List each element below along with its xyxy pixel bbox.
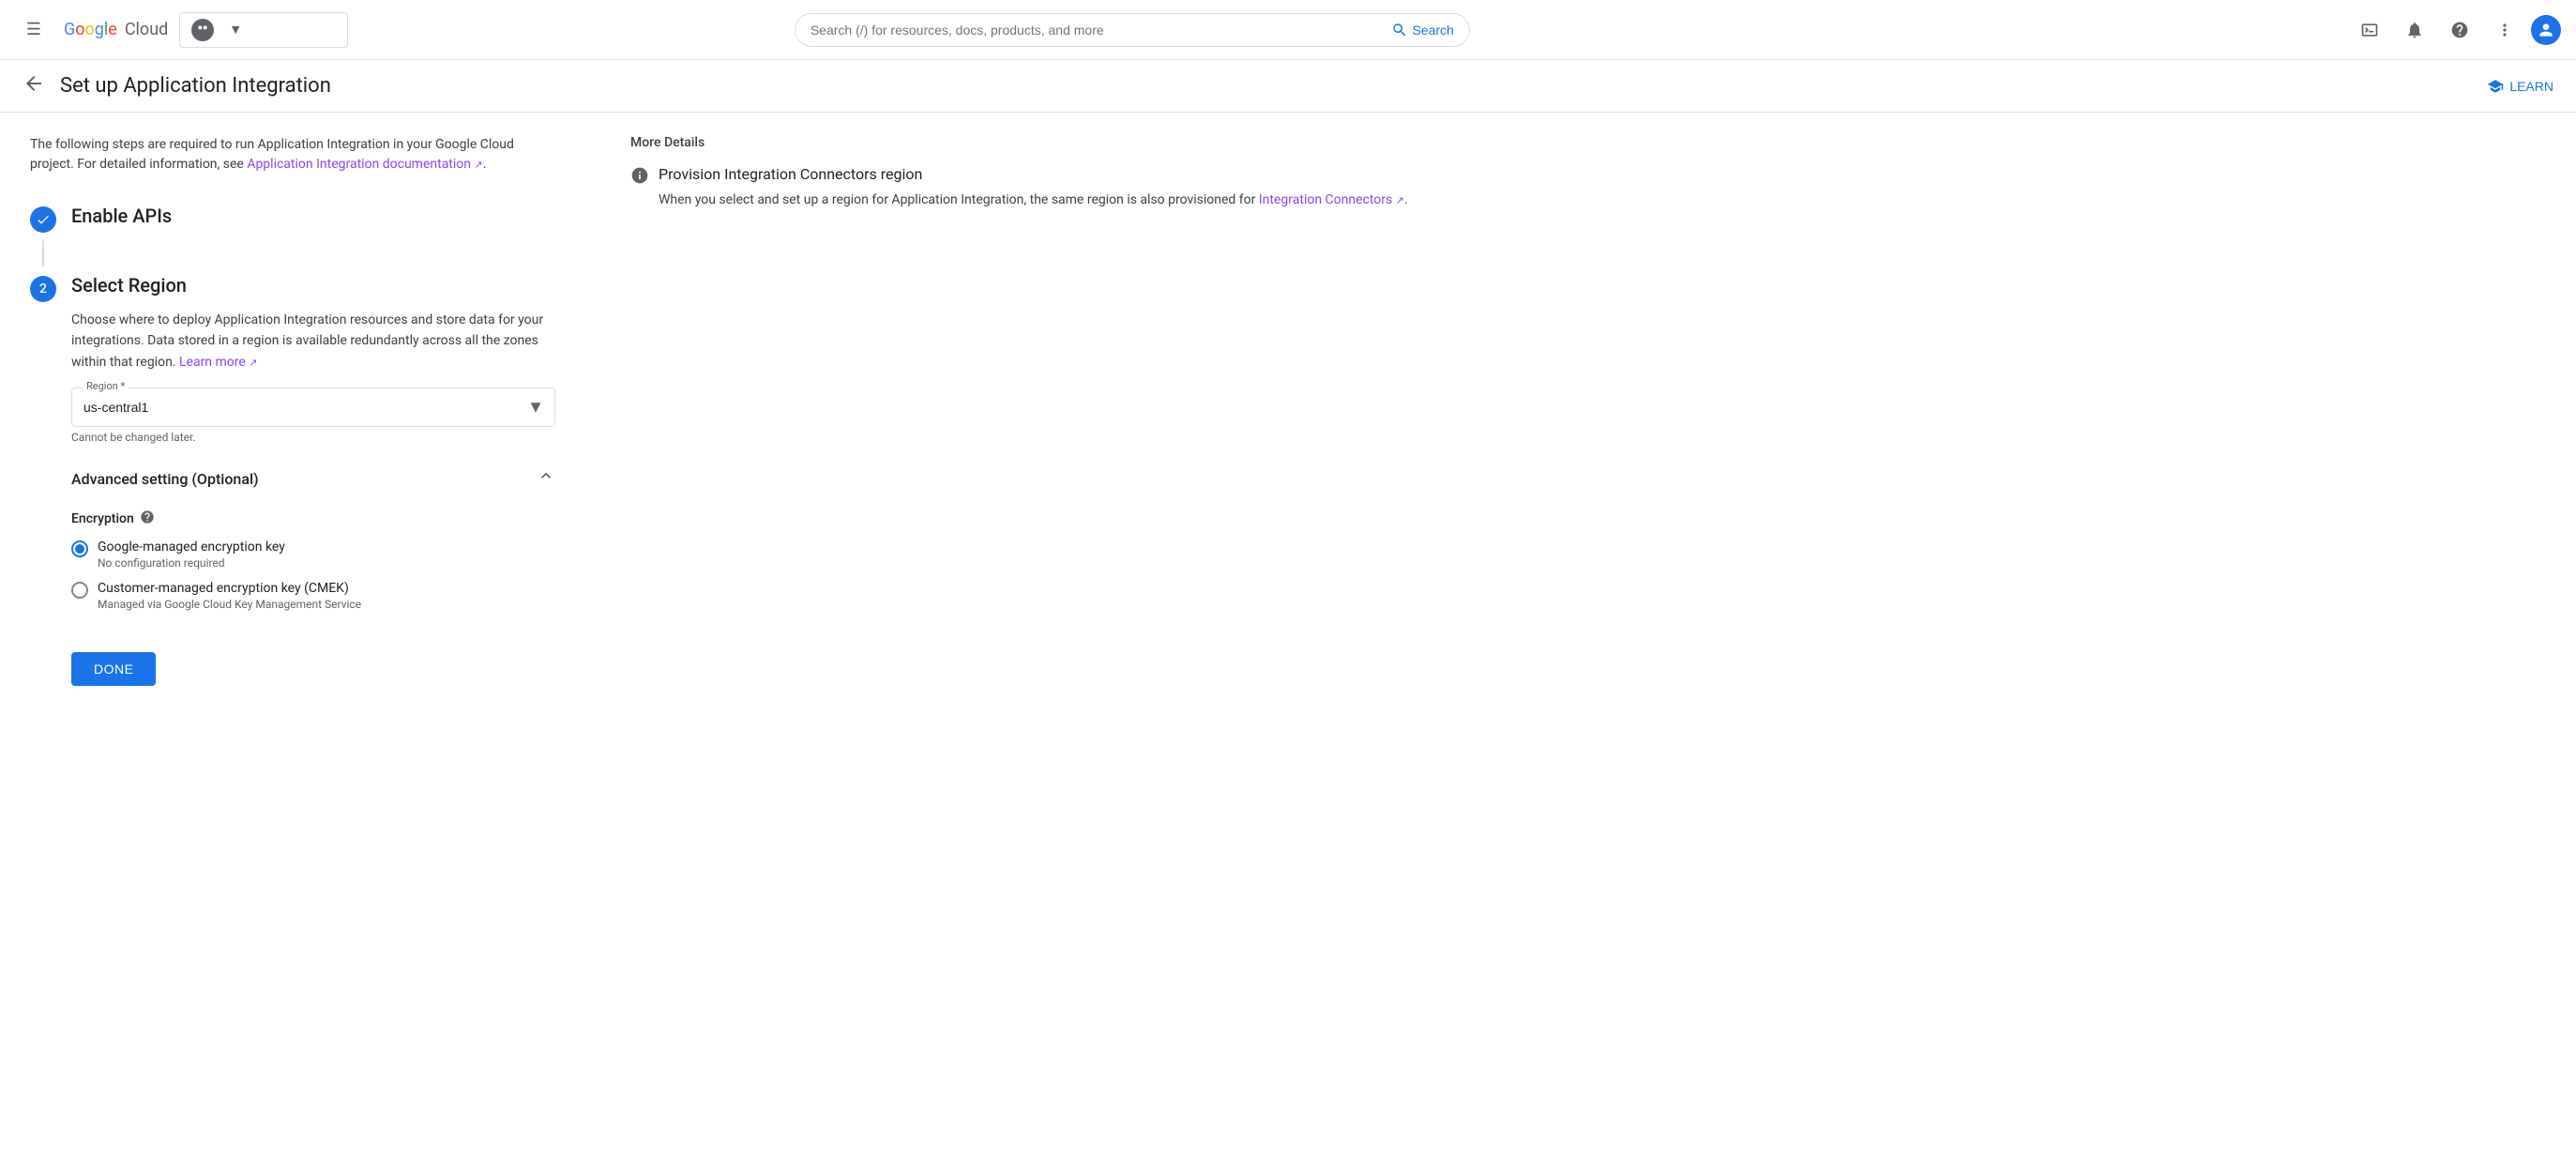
advanced-settings-title: Advanced setting (Optional)	[71, 470, 259, 488]
encryption-option1-label: Google-managed encryption key	[98, 540, 285, 555]
encryption-title-row: Encryption	[71, 509, 555, 528]
step1-check-icon	[30, 206, 56, 233]
search-bar: Search	[795, 13, 1470, 47]
step2-title: Select Region	[71, 274, 187, 297]
nav-icons	[2351, 11, 2561, 49]
region-select-wrapper: Region * us-central1 us-east1 us-west1 e…	[71, 388, 555, 427]
region-hint: Cannot be changed later.	[71, 431, 555, 444]
notifications-icon[interactable]	[2396, 11, 2433, 49]
project-avatar	[191, 19, 214, 41]
app-integration-docs-link[interactable]: Application Integration documentation ↗	[247, 157, 482, 172]
advanced-settings-header: Advanced setting (Optional)	[71, 466, 555, 491]
step2-item: 2 Select Region	[30, 274, 555, 302]
page-title: Set up Application Integration	[60, 74, 331, 98]
encryption-option1-radio[interactable]	[71, 540, 88, 557]
integration-connectors-link[interactable]: Integration Connectors ↗	[1259, 192, 1404, 207]
learn-button[interactable]: LEARN	[2487, 78, 2553, 95]
encryption-option2-label: Customer-managed encryption key (CMEK)	[98, 581, 361, 596]
cloud-text: Cloud	[125, 20, 168, 39]
more-options-icon[interactable]	[2486, 11, 2523, 49]
region-select[interactable]: us-central1 us-east1 us-west1 europe-wes…	[71, 388, 555, 427]
encryption-help-icon[interactable]	[140, 509, 155, 528]
step1-title: Enable APIs	[71, 205, 172, 227]
search-input[interactable]	[811, 23, 1385, 38]
main-content: The following steps are required to run …	[0, 113, 2576, 708]
help-icon[interactable]	[2441, 11, 2478, 49]
encryption-title: Encryption	[71, 511, 134, 526]
google-cloud-logo[interactable]: Google Cloud	[64, 20, 168, 39]
left-panel: The following steps are required to run …	[30, 135, 555, 686]
provision-title: Provision Integration Connectors region	[659, 165, 1408, 183]
provision-card: Provision Integration Connectors region …	[630, 165, 2546, 210]
done-button[interactable]: DONE	[71, 652, 156, 686]
learn-more-link[interactable]: Learn more ↗	[179, 355, 258, 370]
intro-text: The following steps are required to run …	[30, 135, 555, 175]
provision-info-icon	[630, 166, 649, 190]
encryption-option2-radio[interactable]	[71, 582, 88, 599]
project-selector[interactable]: ▼	[179, 12, 348, 48]
collapse-advanced-button[interactable]	[537, 466, 555, 491]
secondary-navigation: Set up Application Integration LEARN	[0, 60, 2576, 113]
encryption-option2-sublabel: Managed via Google Cloud Key Management …	[98, 598, 361, 611]
encryption-section: Encryption Google-managed encryption key…	[71, 509, 555, 611]
step2-number-icon: 2	[30, 276, 56, 302]
project-chevron: ▼	[229, 22, 242, 38]
top-navigation: ☰ Google Cloud ▼ Search	[0, 0, 2576, 60]
step2-body: Choose where to deploy Application Integ…	[30, 310, 555, 686]
terminal-icon[interactable]	[2351, 11, 2388, 49]
right-panel: More Details Provision Integration Conne…	[630, 135, 2546, 686]
menu-icon[interactable]: ☰	[15, 11, 53, 49]
step2-description: Choose where to deploy Application Integ…	[71, 310, 555, 373]
user-avatar[interactable]	[2531, 15, 2561, 45]
learn-button-label: LEARN	[2509, 79, 2553, 94]
encryption-option1-content: Google-managed encryption key No configu…	[98, 540, 285, 570]
region-label: Region *	[83, 380, 129, 392]
provision-description: When you select and set up a region for …	[659, 190, 1408, 210]
search-button-label: Search	[1412, 23, 1453, 38]
encryption-option1-sublabel: No configuration required	[98, 556, 285, 570]
encryption-option1[interactable]: Google-managed encryption key No configu…	[71, 540, 555, 570]
more-details-title: More Details	[630, 135, 2546, 150]
back-button[interactable]	[23, 72, 45, 100]
step1-item: Enable APIs	[30, 205, 555, 233]
encryption-option2-content: Customer-managed encryption key (CMEK) M…	[98, 581, 361, 611]
encryption-option2[interactable]: Customer-managed encryption key (CMEK) M…	[71, 581, 555, 611]
step-connector	[42, 240, 44, 266]
provision-text: Provision Integration Connectors region …	[659, 165, 1408, 210]
search-button[interactable]: Search	[1391, 22, 1453, 38]
